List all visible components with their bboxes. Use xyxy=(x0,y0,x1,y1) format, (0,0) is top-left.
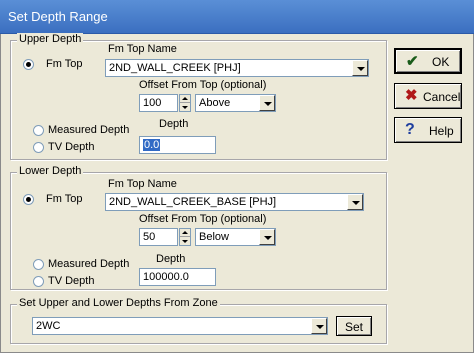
lower-fm-top-name-value: 2ND_WALL_CREEK_BASE [PHJ] xyxy=(109,196,277,208)
lower-depth-legend: Lower Depth xyxy=(17,165,84,177)
lower-offset-label: Offset From Top (optional) xyxy=(139,213,267,225)
lower-direction-select[interactable]: Below xyxy=(195,228,276,246)
zone-select[interactable]: 2WC xyxy=(32,317,328,335)
upper-measured-depth-label[interactable]: Measured Depth xyxy=(48,124,129,136)
chevron-down-icon[interactable] xyxy=(311,318,327,334)
title-bar: Set Depth Range xyxy=(0,0,474,34)
upper-fm-top-name-select[interactable]: 2ND_WALL_CREEK [PHJ] xyxy=(105,59,369,77)
upper-depth-value: 0.0 xyxy=(143,139,161,151)
spin-up-icon[interactable] xyxy=(180,229,190,237)
zone-legend: Set Upper and Lower Depths From Zone xyxy=(17,297,220,309)
upper-fm-top-name-value: 2ND_WALL_CREEK [PHJ] xyxy=(109,62,241,74)
upper-tv-depth-label[interactable]: TV Depth xyxy=(48,141,94,153)
chevron-down-icon[interactable] xyxy=(259,95,275,111)
lower-fm-top-label[interactable]: Fm Top xyxy=(46,193,82,205)
ok-label: OK xyxy=(432,55,450,69)
lower-tv-depth-label[interactable]: TV Depth xyxy=(48,275,94,287)
cancel-button[interactable]: ✖ Cancel xyxy=(394,83,462,109)
dialog-body: Upper Depth Fm Top Name Fm Top 2ND_WALL_… xyxy=(0,33,474,353)
upper-depth-input[interactable]: 0.0 xyxy=(139,136,216,154)
lower-depth-value: 100000.0 xyxy=(143,271,189,283)
spin-down-icon[interactable] xyxy=(180,103,190,111)
cancel-label: Cancel xyxy=(423,90,461,104)
lower-offset-input[interactable]: 50 xyxy=(139,228,178,246)
upper-measured-depth-radio[interactable] xyxy=(33,125,44,136)
lower-measured-depth-label[interactable]: Measured Depth xyxy=(48,258,129,270)
lower-fm-top-radio[interactable] xyxy=(23,194,34,205)
ok-button[interactable]: ✔ OK xyxy=(394,48,462,74)
lower-depth-group: Lower Depth Fm Top Name Fm Top 2ND_WALL_… xyxy=(10,165,387,290)
question-icon: ? xyxy=(405,121,415,138)
upper-offset-value: 100 xyxy=(143,97,162,109)
lower-depth-label: Depth xyxy=(156,253,186,265)
upper-fm-top-label[interactable]: Fm Top xyxy=(46,58,82,70)
spin-up-icon[interactable] xyxy=(180,95,190,103)
x-icon: ✖ xyxy=(405,87,418,104)
window-title: Set Depth Range xyxy=(8,9,108,24)
help-label: Help xyxy=(429,124,454,138)
lower-fm-top-name-select[interactable]: 2ND_WALL_CREEK_BASE [PHJ] xyxy=(105,193,364,211)
upper-direction-select[interactable]: Above xyxy=(195,94,276,112)
upper-depth-legend: Upper Depth xyxy=(17,33,84,45)
lower-direction-value: Below xyxy=(199,231,229,243)
lower-measured-depth-radio[interactable] xyxy=(33,259,44,270)
upper-offset-label: Offset From Top (optional) xyxy=(139,79,267,91)
upper-fm-top-name-label: Fm Top Name xyxy=(108,43,177,55)
upper-offset-input[interactable]: 100 xyxy=(139,94,178,112)
upper-offset-spinner[interactable] xyxy=(179,94,191,112)
lower-offset-spinner[interactable] xyxy=(179,228,191,246)
lower-offset-value: 50 xyxy=(143,231,156,243)
lower-depth-input[interactable]: 100000.0 xyxy=(139,268,216,286)
upper-fm-top-radio[interactable] xyxy=(23,59,34,70)
upper-depth-label: Depth xyxy=(159,118,189,130)
upper-tv-depth-radio[interactable] xyxy=(33,142,44,153)
upper-depth-group: Upper Depth Fm Top Name Fm Top 2ND_WALL_… xyxy=(10,33,387,160)
chevron-down-icon[interactable] xyxy=(259,229,275,245)
check-icon: ✔ xyxy=(406,53,419,70)
lower-fm-top-name-label: Fm Top Name xyxy=(108,178,177,190)
set-zone-label: Set xyxy=(345,320,364,334)
spin-down-icon[interactable] xyxy=(180,237,190,245)
lower-tv-depth-radio[interactable] xyxy=(33,276,44,287)
help-button[interactable]: ? Help xyxy=(394,117,462,143)
set-zone-button[interactable]: Set xyxy=(336,316,372,336)
zone-value: 2WC xyxy=(36,320,61,332)
chevron-down-icon[interactable] xyxy=(347,194,363,210)
upper-direction-value: Above xyxy=(199,97,231,109)
zone-group: Set Upper and Lower Depths From Zone 2WC… xyxy=(10,297,387,344)
chevron-down-icon[interactable] xyxy=(352,60,368,76)
